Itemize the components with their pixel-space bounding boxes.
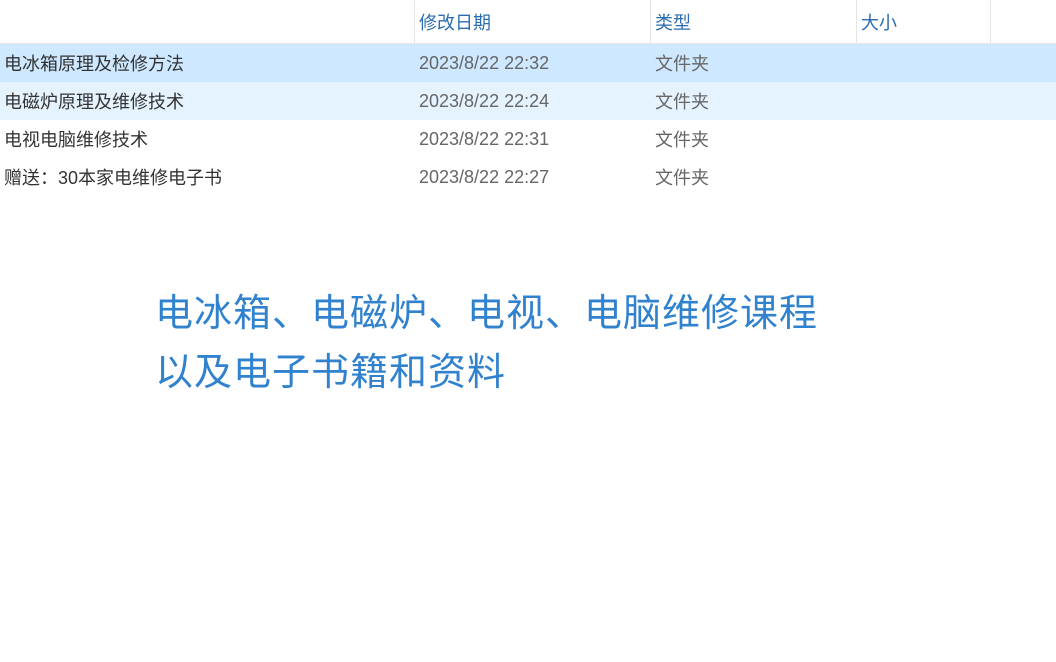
caption-line-1: 电冰箱、电磁炉、电视、电脑维修课程 (155, 285, 818, 344)
column-header-row: 修改日期 类型 大小 (0, 0, 1056, 44)
header-divider (990, 0, 991, 44)
rows-container: 电冰箱原理及检修方法2023/8/22 22:32文件夹电磁炉原理及维修技术20… (0, 44, 1056, 196)
table-row[interactable]: 电冰箱原理及检修方法2023/8/22 22:32文件夹 (0, 44, 1056, 82)
file-type: 文件夹 (651, 158, 857, 196)
file-name: 电磁炉原理及维修技术 (0, 82, 415, 120)
file-list: 修改日期 类型 大小 电冰箱原理及检修方法2023/8/22 22:32文件夹电… (0, 0, 1056, 196)
caption-overlay: 电冰箱、电磁炉、电视、电脑维修课程 以及电子书籍和资料 (155, 285, 818, 403)
file-size (857, 82, 1056, 120)
file-type: 文件夹 (651, 82, 857, 120)
table-row[interactable]: 电磁炉原理及维修技术2023/8/22 22:24文件夹 (0, 82, 1056, 120)
table-row[interactable]: 赠送：30本家电维修电子书2023/8/22 22:27文件夹 (0, 158, 1056, 196)
file-type: 文件夹 (651, 120, 857, 158)
caption-line-2: 以及电子书籍和资料 (155, 344, 818, 403)
file-name: 赠送：30本家电维修电子书 (0, 158, 415, 196)
file-date: 2023/8/22 22:27 (415, 158, 651, 196)
file-size (857, 44, 1056, 82)
file-name: 电视电脑维修技术 (0, 120, 415, 158)
file-date: 2023/8/22 22:32 (415, 44, 651, 82)
file-date: 2023/8/22 22:31 (415, 120, 651, 158)
file-size (857, 120, 1056, 158)
column-header-size[interactable]: 大小 (857, 0, 1056, 43)
column-header-date[interactable]: 修改日期 (415, 0, 651, 43)
file-date: 2023/8/22 22:24 (415, 82, 651, 120)
table-row[interactable]: 电视电脑维修技术2023/8/22 22:31文件夹 (0, 120, 1056, 158)
file-type: 文件夹 (651, 44, 857, 82)
file-size (857, 158, 1056, 196)
file-name: 电冰箱原理及检修方法 (0, 44, 415, 82)
column-header-name[interactable] (0, 0, 415, 43)
column-header-type[interactable]: 类型 (651, 0, 857, 43)
